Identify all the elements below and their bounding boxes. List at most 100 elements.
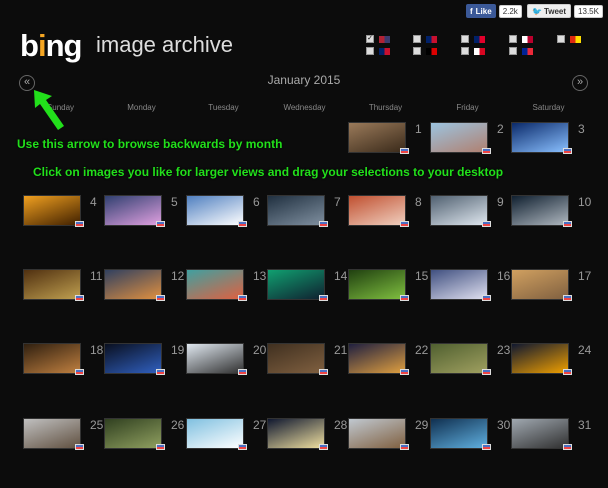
- day-image-thumbnail[interactable]: [430, 122, 488, 153]
- day-number: 24: [578, 343, 592, 357]
- market-checkbox[interactable]: [461, 35, 469, 43]
- day-image-thumbnail[interactable]: [348, 122, 406, 153]
- calendar-day: 5: [101, 195, 182, 265]
- click-annotation: Click on images you like for larger view…: [33, 165, 504, 179]
- day-image-thumbnail[interactable]: [511, 269, 569, 300]
- day-number: 9: [497, 195, 504, 209]
- calendar-day: 10: [508, 195, 592, 265]
- us-flag-icon: [319, 295, 328, 301]
- twitter-tweet[interactable]: 🐦 Tweet 13.5K: [527, 4, 603, 18]
- day-image-thumbnail[interactable]: [186, 269, 244, 300]
- day-image-thumbnail[interactable]: [267, 418, 325, 449]
- us-flag-icon: [400, 221, 409, 227]
- day-image-thumbnail[interactable]: [511, 418, 569, 449]
- weekday-header: Thursday: [368, 103, 403, 112]
- us-flag-icon: [400, 295, 409, 301]
- day-image-thumbnail[interactable]: [348, 269, 406, 300]
- us-flag-icon: [75, 444, 84, 450]
- market-checkbox[interactable]: [509, 47, 517, 55]
- day-image-thumbnail[interactable]: [23, 343, 81, 374]
- facebook-like[interactable]: f Like 2.2k: [466, 4, 522, 18]
- facebook-icon: f: [470, 6, 473, 16]
- day-number: 3: [578, 122, 585, 136]
- day-image-thumbnail[interactable]: [430, 343, 488, 374]
- day-image-thumbnail[interactable]: [104, 343, 162, 374]
- calendar-day: 8: [345, 195, 426, 265]
- calendar-day: 19: [101, 343, 184, 413]
- calendar-day: 22: [345, 343, 428, 413]
- day-image-thumbnail[interactable]: [430, 269, 488, 300]
- day-image-thumbnail[interactable]: [511, 122, 569, 153]
- us-flag-icon: [482, 369, 491, 375]
- market-option[interactable]: [461, 47, 485, 55]
- flag-icon: [474, 35, 485, 43]
- market-option[interactable]: [557, 35, 581, 43]
- like-button[interactable]: f Like: [466, 4, 496, 18]
- flag-icon: [522, 47, 533, 55]
- calendar-day: 25: [20, 418, 103, 488]
- day-image-thumbnail[interactable]: [511, 195, 569, 226]
- day-image-thumbnail[interactable]: [186, 195, 244, 226]
- flag-icon: [426, 47, 437, 55]
- calendar-day: 28: [264, 418, 347, 488]
- day-image-thumbnail[interactable]: [430, 418, 488, 449]
- day-image-thumbnail[interactable]: [104, 195, 162, 226]
- day-image-thumbnail[interactable]: [23, 418, 81, 449]
- market-option[interactable]: [366, 47, 390, 55]
- market-checkbox[interactable]: [461, 47, 469, 55]
- market-option[interactable]: ✓: [366, 35, 390, 43]
- calendar-day: 13: [183, 269, 266, 339]
- market-checkbox[interactable]: [509, 35, 517, 43]
- day-image-thumbnail[interactable]: [104, 269, 162, 300]
- calendar-day: 2: [427, 122, 508, 192]
- day-number: 10: [578, 195, 592, 209]
- tweet-button[interactable]: 🐦 Tweet: [527, 4, 572, 18]
- us-flag-icon: [482, 444, 491, 450]
- market-option[interactable]: [461, 35, 485, 43]
- day-image-thumbnail[interactable]: [430, 195, 488, 226]
- calendar-day: 9: [427, 195, 508, 265]
- day-image-thumbnail[interactable]: [348, 418, 406, 449]
- bing-logo[interactable]: bing: [20, 28, 82, 64]
- day-image-thumbnail[interactable]: [23, 269, 81, 300]
- market-checkbox[interactable]: [366, 47, 374, 55]
- us-flag-icon: [75, 221, 84, 227]
- market-checkbox[interactable]: ✓: [366, 35, 374, 43]
- day-image-thumbnail[interactable]: [186, 418, 244, 449]
- market-option[interactable]: [509, 35, 533, 43]
- us-flag-icon: [238, 295, 247, 301]
- us-flag-icon: [482, 148, 491, 154]
- day-image-thumbnail[interactable]: [348, 343, 406, 374]
- calendar-day: 11: [20, 269, 102, 339]
- next-month-button[interactable]: »: [572, 75, 588, 91]
- calendar-day: 27: [183, 418, 266, 488]
- day-image-thumbnail[interactable]: [186, 343, 244, 374]
- day-image-thumbnail[interactable]: [348, 195, 406, 226]
- market-option[interactable]: [413, 47, 437, 55]
- day-image-thumbnail[interactable]: [104, 418, 162, 449]
- day-number: 1: [415, 122, 422, 136]
- calendar-day: 1: [345, 122, 426, 192]
- market-checkbox[interactable]: [557, 35, 565, 43]
- day-image-thumbnail[interactable]: [23, 195, 81, 226]
- calendar-day: 3: [508, 122, 589, 192]
- calendar-day: 18: [20, 343, 103, 413]
- day-image-thumbnail[interactable]: [267, 343, 325, 374]
- flag-icon: [379, 35, 390, 43]
- market-checkbox[interactable]: [413, 47, 421, 55]
- day-image-thumbnail[interactable]: [267, 195, 325, 226]
- day-image-thumbnail[interactable]: [511, 343, 569, 374]
- us-flag-icon: [238, 369, 247, 375]
- day-image-thumbnail[interactable]: [267, 269, 325, 300]
- market-checkbox[interactable]: [413, 35, 421, 43]
- calendar-day: 14: [264, 269, 347, 339]
- tweet-count: 13.5K: [574, 4, 603, 18]
- us-flag-icon: [319, 369, 328, 375]
- market-option[interactable]: [413, 35, 437, 43]
- day-number: 4: [90, 195, 97, 209]
- calendar-day: 20: [183, 343, 266, 413]
- us-flag-icon: [563, 369, 572, 375]
- market-option[interactable]: [509, 47, 533, 55]
- day-number: 2: [497, 122, 504, 136]
- page-title: image archive: [96, 32, 233, 57]
